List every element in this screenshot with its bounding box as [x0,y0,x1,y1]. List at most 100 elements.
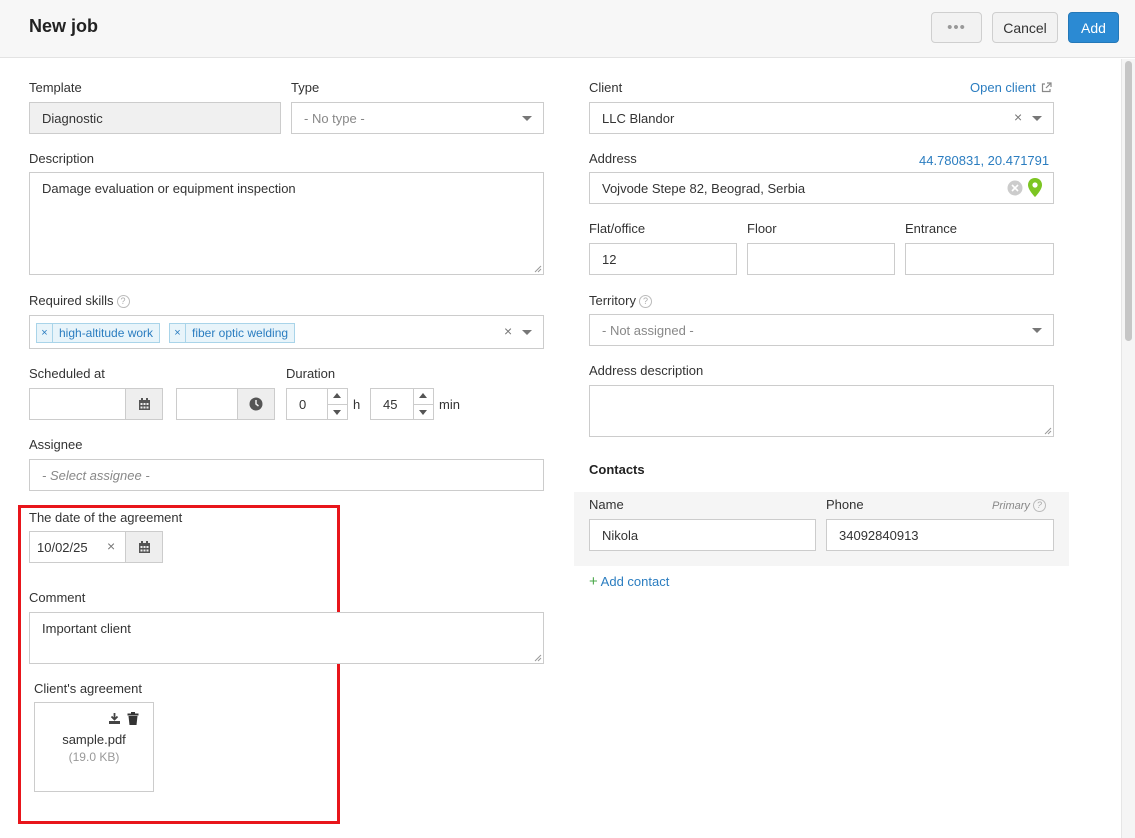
address-description-textarea[interactable] [589,385,1054,437]
scheduled-time-input[interactable] [176,388,238,420]
stepper-arrows[interactable] [327,389,347,419]
calendar-icon [138,540,150,553]
agreement-date-input[interactable]: 10/02/25 × [29,531,126,563]
open-client-link[interactable]: Open client [970,80,1052,95]
type-label: Type [291,80,320,95]
flat-input[interactable]: 12 [589,243,737,275]
flat-value: 12 [602,251,617,267]
clear-icon[interactable]: × [107,538,115,554]
contact-name-input[interactable]: Nikola [589,519,816,551]
remove-tag-icon[interactable]: × [37,324,53,342]
open-client-label: Open client [970,80,1036,95]
download-icon[interactable] [108,712,121,725]
territory-select[interactable]: - Not assigned - [589,314,1054,346]
scheduled-label: Scheduled at [29,366,105,381]
map-pin-icon[interactable] [1028,178,1042,197]
external-link-icon [1042,82,1052,93]
clear-icon[interactable]: × [504,323,512,339]
clock-button[interactable] [237,388,275,420]
skills-label: Required skills? [29,293,130,308]
clock-icon [249,397,263,411]
plus-icon: + [589,573,598,590]
minutes-stepper[interactable]: 45 [370,388,434,420]
help-icon[interactable]: ? [638,295,652,308]
agreement-date-value: 10/02/25 [37,539,88,555]
template-label: Template [29,80,82,95]
description-textarea[interactable]: Damage evaluation or equipment inspectio… [29,172,544,275]
territory-label: Territory? [589,293,652,308]
contact-phone-label: Phone [826,497,864,512]
help-icon[interactable]: ? [116,295,130,308]
assignee-select[interactable]: - Select assignee - [29,459,544,491]
calendar-button[interactable] [125,531,163,563]
client-value: LLC Blandor [602,110,675,126]
chevron-down-icon [1032,328,1042,333]
agreement-date-label: The date of the agreement [29,510,183,525]
skill-tag-label: fiber optic welding [192,326,289,340]
file-card[interactable]: sample.pdf (19.0 KB) [34,702,154,792]
floor-label: Floor [747,221,777,236]
add-button[interactable]: Add [1068,12,1119,43]
type-value: - No type - [304,110,365,126]
address-label: Address [589,151,637,166]
clear-circle-icon[interactable] [1007,180,1023,196]
contacts-heading: Contacts [589,462,645,477]
contact-name-value: Nikola [602,527,639,543]
scrollbar-thumb[interactable] [1125,61,1132,341]
address-value: Vojvode Stepe 82, Beograd, Serbia [602,180,806,196]
contact-name-label: Name [589,497,624,512]
hours-value: 0 [299,397,307,412]
hours-stepper[interactable]: 0 [286,388,348,420]
skills-multiselect[interactable]: × high-altitude work × fiber optic weldi… [29,315,544,349]
hours-unit: h [353,397,361,412]
resize-handle-icon[interactable] [534,265,542,273]
remove-tag-icon[interactable]: × [170,324,186,342]
address-input[interactable]: Vojvode Stepe 82, Beograd, Serbia [589,172,1054,204]
cancel-button[interactable]: Cancel [992,12,1058,43]
chevron-down-icon [522,116,532,121]
minutes-value: 45 [383,397,398,412]
address-description-label: Address description [589,363,704,378]
add-contact-label: Add contact [600,574,670,589]
floor-input[interactable] [747,243,895,275]
description-value: Damage evaluation or equipment inspectio… [42,181,296,196]
template-value: Diagnostic [42,110,103,126]
scrollbar[interactable] [1121,59,1135,838]
primary-label-text: Primary [992,500,1030,512]
skill-tag-label: high-altitude work [59,326,154,340]
contact-phone-value: 34092840913 [839,527,919,543]
add-contact-link[interactable]: + Add contact [589,573,669,590]
minutes-unit: min [439,397,460,412]
contact-phone-input[interactable]: 34092840913 [826,519,1054,551]
calendar-button[interactable] [125,388,163,420]
clear-icon[interactable]: × [1014,109,1022,125]
chevron-down-icon [522,330,532,335]
assignee-label: Assignee [29,437,83,452]
scheduled-date-input[interactable] [29,388,126,420]
description-label: Description [29,151,95,166]
decrement-icon[interactable] [333,410,341,415]
help-icon[interactable]: ? [1032,499,1046,512]
resize-handle-icon[interactable] [1044,427,1052,435]
decrement-icon[interactable] [419,410,427,415]
trash-icon[interactable] [127,712,139,725]
page-title: New job [29,16,99,36]
header: New job ••• Cancel Add [0,0,1135,58]
comment-textarea[interactable]: Important client [29,612,544,664]
increment-icon[interactable] [333,393,341,398]
territory-value: - Not assigned - [602,322,694,338]
chevron-down-icon [1032,116,1042,121]
more-button[interactable]: ••• [931,12,982,43]
type-select[interactable]: - No type - [291,102,544,134]
flat-label: Flat/office [589,221,646,236]
skill-tag: × fiber optic welding [169,323,296,343]
resize-handle-icon[interactable] [534,654,542,662]
increment-icon[interactable] [419,393,427,398]
calendar-icon [138,397,150,410]
client-select[interactable]: LLC Blandor × [589,102,1054,134]
stepper-arrows[interactable] [413,389,433,419]
entrance-input[interactable] [905,243,1054,275]
primary-label: Primary? [992,499,1046,512]
coordinates-link[interactable]: 44.780831, 20.471791 [919,153,1049,168]
template-field[interactable]: Diagnostic [29,102,281,134]
